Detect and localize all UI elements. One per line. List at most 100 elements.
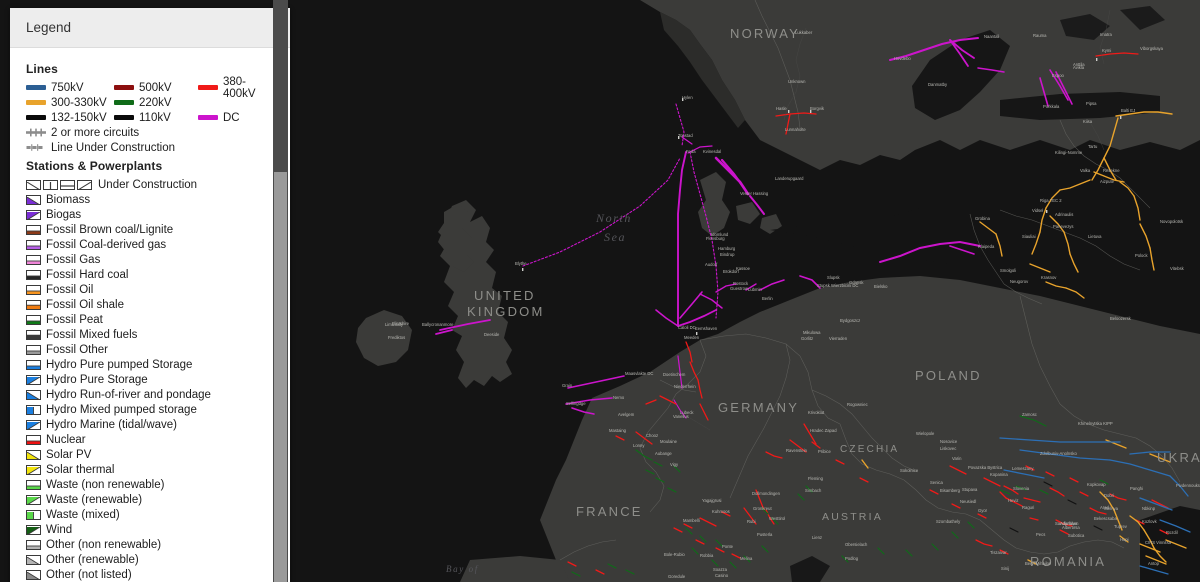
stations-section: Stations & Powerplants Under Constructio <box>26 159 290 582</box>
legend-item-station-biomass: Biomass <box>26 192 290 207</box>
place-label: Melina <box>740 556 753 561</box>
place-label: Mikulowa <box>803 330 821 335</box>
legend-item-station-hydro-pure-storage: Hydro Pure Storage <box>26 372 290 387</box>
place-label: Kiisa <box>1083 119 1093 124</box>
place-label: Krivoklat <box>808 410 825 415</box>
place-label: Obersielach <box>845 542 868 547</box>
line-legend-label: 380-400kV <box>223 75 256 100</box>
place-label: Anttila <box>1073 62 1085 67</box>
legend-item-station-other-not-listed-: Other (not listed) <box>26 567 290 582</box>
place-label: Aizpute <box>1100 179 1115 184</box>
place-label: Kuhmoos <box>712 509 730 514</box>
station-symbol-diag-up <box>26 419 41 430</box>
place-label: Siauliai <box>1022 234 1036 239</box>
place-label: Blythe <box>515 261 527 266</box>
station-symbol-half-left <box>26 404 41 415</box>
legend-panel[interactable]: Legend Lines 750kV 500kV 380-400kV 300-330k… <box>10 8 290 582</box>
legend-body: Lines 750kV 500kV 380-400kV 300-330kV 220kV 1… <box>10 48 290 582</box>
station-symbol-diag-up <box>26 524 41 535</box>
legend-item-station-wind: Wind <box>26 522 290 537</box>
place-label: Riga TEC 2 <box>1040 198 1062 203</box>
station-legend-label: Fossil Mixed fuels <box>46 328 138 341</box>
station-legend-label: Hydro Run-of-river and pondage <box>46 388 211 401</box>
place-label: Sellingdge <box>566 401 586 406</box>
place-label: Zamosc <box>1022 412 1037 417</box>
place-label: Hovdebo <box>894 56 911 61</box>
place-label: Hamburg <box>718 246 736 251</box>
station-symbol-band <box>26 344 41 355</box>
place-label: Rezekne <box>1103 168 1120 173</box>
place-label: Neusiedl <box>960 499 976 504</box>
place-label: Hasle <box>776 106 787 111</box>
uc-symbol-diag-down <box>26 179 41 190</box>
legend-item-station-waste-non-renewable-: Waste (non renewable) <box>26 477 290 492</box>
place-label: Pivdennoukrainsk KIPP <box>1176 483 1200 488</box>
country-label: CZECHIA <box>840 444 899 455</box>
place-label: Lemeszany <box>1012 466 1034 471</box>
line-color-swatch <box>26 85 46 90</box>
place-label: Audorf <box>705 262 718 267</box>
place-label: Guestrow <box>730 286 749 291</box>
station-legend-label: Waste (non renewable) <box>46 478 165 491</box>
place-label: Grobina <box>975 216 991 221</box>
station-legend-label: Hydro Marine (tidal/wave) <box>46 418 178 431</box>
place-label: Mastaing <box>609 428 627 433</box>
place-label: Unknown <box>788 79 806 84</box>
place-label: Gorlitz <box>801 336 813 341</box>
place-label: Simbach <box>805 488 822 493</box>
station-symbol-diag-down <box>26 554 41 565</box>
legend-item-station-fossil-gas: Fossil Gas <box>26 252 290 267</box>
country-label: UNITED <box>474 288 536 303</box>
legend-item-station-hydro-pure-pumped-storage: Hydro Pure pumped Storage <box>26 357 290 372</box>
legend-scrollbar-track[interactable] <box>273 0 288 582</box>
place-label: Yagajgrusi <box>702 498 722 503</box>
place-label: Kassoe <box>736 266 751 271</box>
place-label: Espoo <box>1052 73 1065 78</box>
place-label: Lukkaber <box>795 30 813 35</box>
place-label: Borgvik <box>810 106 825 111</box>
place-label: Nemo <box>613 395 625 400</box>
place-label: Szombathely <box>936 519 961 524</box>
multiple-circuits-icon <box>26 128 46 137</box>
place-label: Porkkala <box>1043 104 1060 109</box>
legend-scrollbar-thumb[interactable] <box>274 172 287 582</box>
place-label: Beryl Mihajlov <box>1025 561 1052 566</box>
station-legend-label: Nuclear <box>46 433 86 446</box>
station-under-construction-label: Under Construction <box>98 178 198 191</box>
legend-item-line-750kv: 750kV <box>26 80 114 95</box>
station-symbol-band <box>26 314 41 325</box>
legend-item-station-fossil-oil: Fossil Oil <box>26 282 290 297</box>
station-symbol-band <box>26 224 41 235</box>
place-label: Vitebsk <box>1170 266 1185 271</box>
place-label: Westtirol <box>769 516 785 521</box>
station-symbol-band-thick <box>26 329 41 340</box>
station-legend-label: Fossil Gas <box>46 253 101 266</box>
line-legend-label: DC <box>223 111 240 124</box>
place-label: Viborgskaya <box>1140 46 1164 51</box>
station-symbol-band <box>26 539 41 550</box>
station-symbol-band-thick <box>26 299 41 310</box>
legend-item-line-under-construction: Line Under Construction <box>26 140 290 155</box>
place-label: Ballycronanmore <box>422 322 454 327</box>
station-symbol-band <box>26 359 41 370</box>
place-label: Hradec Zapad <box>810 428 837 433</box>
station-legend-label: Fossil Other <box>46 343 108 356</box>
legend-item-station-hydro-mixed-pumped-storage: Hydro Mixed pumped storage <box>26 402 290 417</box>
place-label: Lietuva <box>1088 234 1102 239</box>
place-label: Kopanina <box>990 472 1008 477</box>
legend-item-line-500kv: 500kV <box>114 80 198 95</box>
place-label: Pusterla <box>757 532 773 537</box>
sea-label: Bay of <box>446 564 479 574</box>
country-label: POLAND <box>915 368 982 383</box>
place-label: Lonny <box>633 443 645 448</box>
line-color-swatch <box>26 100 46 105</box>
station-symbol-band <box>26 254 41 265</box>
station-legend-label: Fossil Oil <box>46 283 94 296</box>
place-label: Polock <box>1135 253 1148 258</box>
country-label: AUSTRIA <box>822 511 883 523</box>
station-legend-label: Biomass <box>46 193 91 206</box>
legend-item-line-380-400kv: 380-400kV <box>198 76 274 100</box>
station-legend-label: Hydro Mixed pumped storage <box>46 403 197 416</box>
place-label: Maasvlakte DC <box>625 371 653 376</box>
legend-item-station-fossil-brown-coal-lignite: Fossil Brown coal/Lignite <box>26 222 290 237</box>
